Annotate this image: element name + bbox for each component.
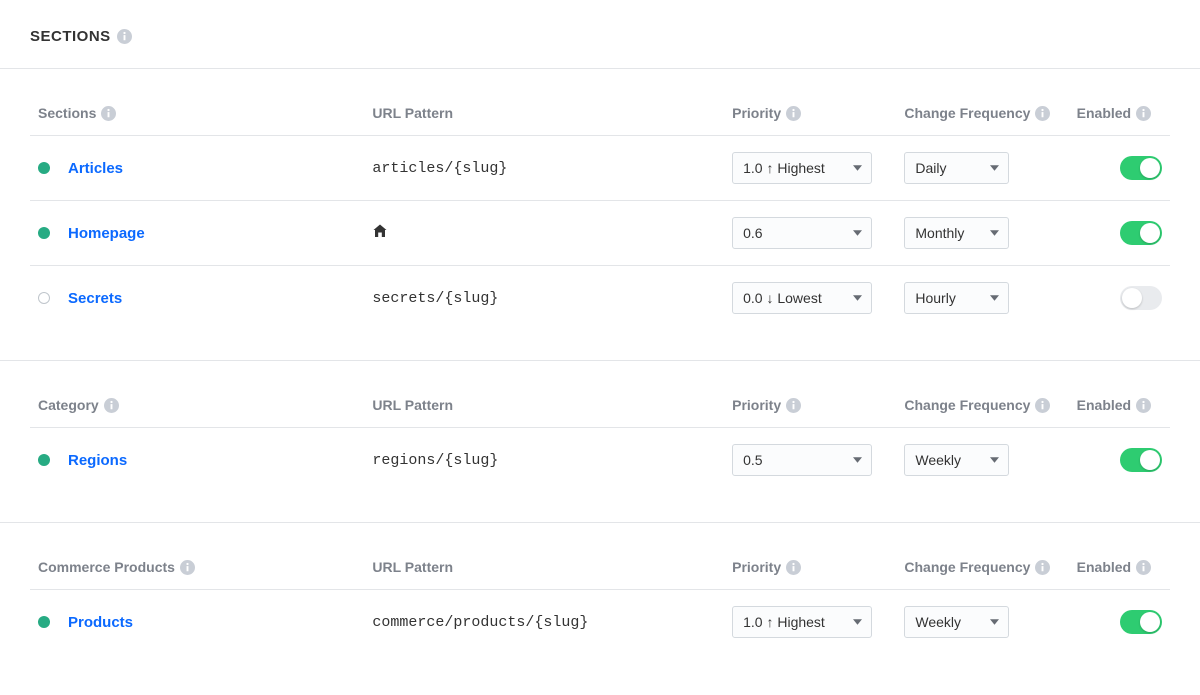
column-header-name-label: Sections <box>38 105 96 121</box>
info-icon[interactable] <box>1035 106 1050 121</box>
enabled-toggle[interactable] <box>1120 221 1162 245</box>
priority-select[interactable]: 1.0 ↑ Highest0.90.80.70.60.50.40.30.20.1… <box>732 217 872 249</box>
change-frequency-select[interactable]: AlwaysHourlyDailyWeeklyMonthlyYearlyNeve… <box>904 282 1009 314</box>
column-header-enabled: Enabled <box>1069 523 1170 590</box>
priority-select[interactable]: 1.0 ↑ Highest0.90.80.70.60.50.40.30.20.1… <box>732 606 872 638</box>
url-pattern: regions/{slug} <box>372 452 498 469</box>
column-header-frequency-label: Change Frequency <box>904 559 1030 575</box>
info-icon[interactable] <box>786 560 801 575</box>
column-header-enabled-label: Enabled <box>1077 105 1131 121</box>
status-indicator <box>38 292 50 304</box>
info-icon[interactable] <box>1035 560 1050 575</box>
sections-settings: Sections URL Pattern Priority Change Freque… <box>0 69 1200 654</box>
info-icon[interactable] <box>101 106 116 121</box>
info-icon[interactable] <box>786 398 801 413</box>
column-header-enabled: Enabled <box>1069 69 1170 136</box>
column-header-name-label: Category <box>38 397 99 413</box>
column-header-name: Category <box>30 361 364 428</box>
url-pattern: commerce/products/{slug} <box>372 614 588 631</box>
column-header-enabled: Enabled <box>1069 361 1170 428</box>
column-header-url: URL Pattern <box>364 361 724 428</box>
table-row: Products commerce/products/{slug} 1.0 ↑ Hi… <box>30 590 1170 655</box>
change-frequency-select[interactable]: AlwaysHourlyDailyWeeklyMonthlyYearlyNeve… <box>904 606 1009 638</box>
change-frequency-select[interactable]: AlwaysHourlyDailyWeeklyMonthlyYearlyNeve… <box>904 217 1009 249</box>
column-header-priority-label: Priority <box>732 105 781 121</box>
column-header-url: URL Pattern <box>364 523 724 590</box>
page-header: SECTIONS <box>0 0 1200 69</box>
section-name-link[interactable]: Regions <box>68 452 127 469</box>
priority-select[interactable]: 1.0 ↑ Highest0.90.80.70.60.50.40.30.20.1… <box>732 282 872 314</box>
page-title-text: SECTIONS <box>30 28 111 45</box>
column-header-name-label: Commerce Products <box>38 559 175 575</box>
table-row: Articles articles/{slug} 1.0 ↑ Highest0.90… <box>30 136 1170 201</box>
column-header-url-label: URL Pattern <box>372 105 453 121</box>
settings-table: Commerce Products URL Pattern Priority Chan… <box>30 523 1170 654</box>
info-icon[interactable] <box>1136 106 1151 121</box>
change-frequency-select[interactable]: AlwaysHourlyDailyWeeklyMonthlyYearlyNeve… <box>904 152 1009 184</box>
settings-group: Commerce Products URL Pattern Priority Chan… <box>0 522 1200 654</box>
info-icon[interactable] <box>1035 398 1050 413</box>
column-header-frequency: Change Frequency <box>896 523 1068 590</box>
info-icon[interactable] <box>104 398 119 413</box>
status-indicator <box>38 454 50 466</box>
settings-table: Category URL Pattern Priority Change Freque… <box>30 361 1170 492</box>
enabled-toggle[interactable] <box>1120 610 1162 634</box>
column-header-frequency-label: Change Frequency <box>904 105 1030 121</box>
column-header-frequency: Change Frequency <box>896 69 1068 136</box>
column-header-priority: Priority <box>724 69 896 136</box>
column-header-url: URL Pattern <box>364 69 724 136</box>
section-name-link[interactable]: Products <box>68 614 133 631</box>
column-header-url-label: URL Pattern <box>372 559 453 575</box>
info-icon[interactable] <box>1136 560 1151 575</box>
column-header-name: Sections <box>30 69 364 136</box>
status-indicator <box>38 162 50 174</box>
change-frequency-select[interactable]: AlwaysHourlyDailyWeeklyMonthlyYearlyNeve… <box>904 444 1009 476</box>
section-name-link[interactable]: Articles <box>68 160 123 177</box>
table-row: Secrets secrets/{slug} 1.0 ↑ Highest0.90.8… <box>30 266 1170 331</box>
section-name-link[interactable]: Secrets <box>68 290 122 307</box>
url-pattern: secrets/{slug} <box>372 290 498 307</box>
column-header-priority-label: Priority <box>732 397 781 413</box>
column-header-url-label: URL Pattern <box>372 397 453 413</box>
column-header-enabled-label: Enabled <box>1077 397 1131 413</box>
settings-table: Sections URL Pattern Priority Change Freque… <box>30 69 1170 330</box>
table-row: Regions regions/{slug} 1.0 ↑ Highest0.90.8… <box>30 428 1170 493</box>
column-header-priority: Priority <box>724 523 896 590</box>
column-header-priority-label: Priority <box>732 559 781 575</box>
url-pattern: articles/{slug} <box>372 160 507 177</box>
column-header-priority: Priority <box>724 361 896 428</box>
info-icon[interactable] <box>180 560 195 575</box>
enabled-toggle[interactable] <box>1120 156 1162 180</box>
info-icon[interactable] <box>117 29 132 44</box>
column-header-frequency-label: Change Frequency <box>904 397 1030 413</box>
info-icon[interactable] <box>786 106 801 121</box>
priority-select[interactable]: 1.0 ↑ Highest0.90.80.70.60.50.40.30.20.1… <box>732 152 872 184</box>
column-header-name: Commerce Products <box>30 523 364 590</box>
enabled-toggle[interactable] <box>1120 286 1162 310</box>
info-icon[interactable] <box>1136 398 1151 413</box>
priority-select[interactable]: 1.0 ↑ Highest0.90.80.70.60.50.40.30.20.1… <box>732 444 872 476</box>
column-header-enabled-label: Enabled <box>1077 559 1131 575</box>
status-indicator <box>38 227 50 239</box>
column-header-frequency: Change Frequency <box>896 361 1068 428</box>
settings-group: Category URL Pattern Priority Change Freque… <box>0 360 1200 492</box>
settings-group: Sections URL Pattern Priority Change Freque… <box>0 69 1200 330</box>
home-icon <box>372 223 388 239</box>
enabled-toggle[interactable] <box>1120 448 1162 472</box>
section-name-link[interactable]: Homepage <box>68 225 145 242</box>
table-row: Homepage 1.0 ↑ Highest0.90.80.70.60.50.40… <box>30 201 1170 266</box>
status-indicator <box>38 616 50 628</box>
page-title: SECTIONS <box>30 28 132 45</box>
